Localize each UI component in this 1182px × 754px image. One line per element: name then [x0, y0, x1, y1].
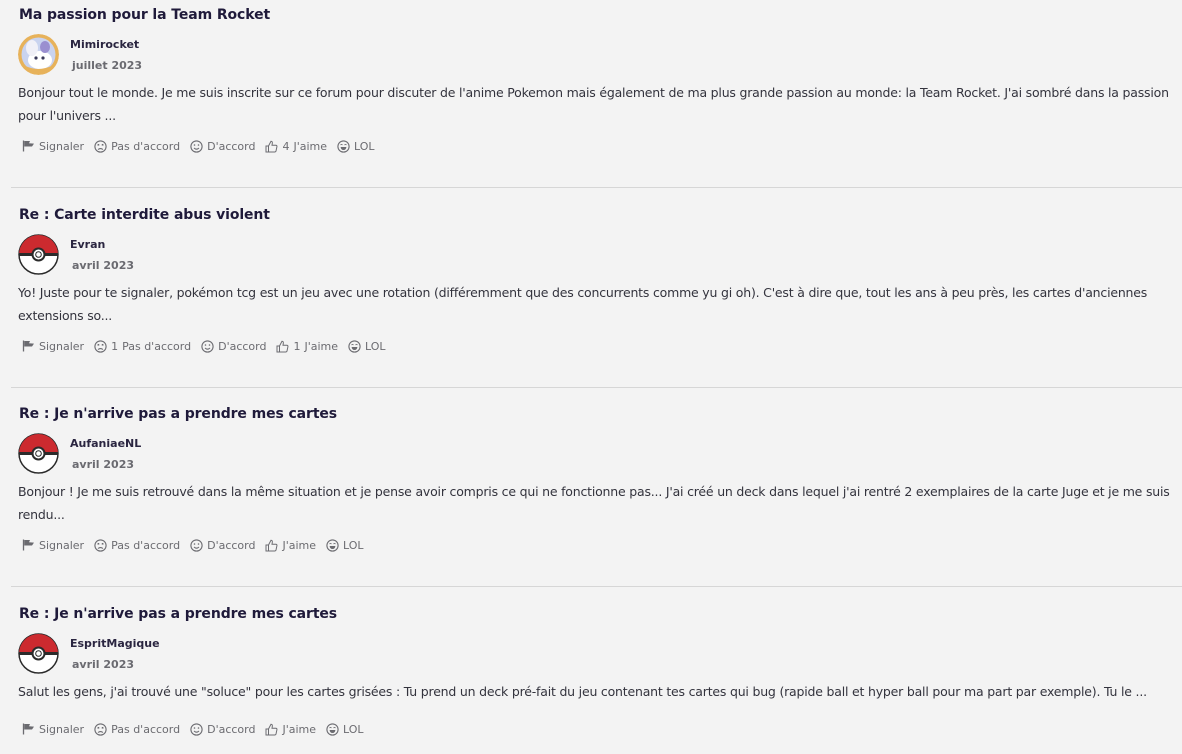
- lol-label: LOL: [354, 139, 375, 153]
- frown-face-icon: [94, 538, 107, 552]
- disagree-label: Pas d'accord: [111, 538, 181, 552]
- agree-button[interactable]: D'accord: [190, 723, 255, 736]
- report-button[interactable]: Signaler: [22, 723, 84, 736]
- post-date: avril 2023: [72, 458, 135, 471]
- author-name[interactable]: AufaniaeNL: [70, 437, 141, 450]
- smile-face-icon: [190, 722, 203, 736]
- forum-post: Re : Je n'arrive pas a prendre mes carte…: [11, 599, 1182, 754]
- post-excerpt: Yo! Juste pour te signaler, pokémon tcg …: [18, 285, 1148, 323]
- like-label: J'aime: [282, 722, 317, 736]
- character-avatar[interactable]: [18, 34, 59, 75]
- post-actions: Signaler Pas d'accord D'accord J'aime LO…: [22, 537, 374, 553]
- like-button[interactable]: J'aime: [265, 723, 316, 736]
- laughing-face-icon: [337, 139, 350, 153]
- post-title[interactable]: Re : Carte interdite abus violent: [19, 207, 270, 223]
- like-button[interactable]: 4 J'aime: [265, 140, 327, 153]
- like-label: J'aime: [282, 538, 317, 552]
- flag-icon: [22, 140, 34, 152]
- thumbs-up-icon: [276, 340, 289, 352]
- post-title[interactable]: Re : Je n'arrive pas a prendre mes carte…: [19, 406, 337, 422]
- disagree-button[interactable]: 1 Pas d'accord: [94, 340, 191, 353]
- like-label: J'aime: [293, 139, 328, 153]
- disagree-label: Pas d'accord: [111, 722, 181, 736]
- frown-face-icon: [94, 339, 107, 353]
- like-button[interactable]: 1 J'aime: [276, 340, 338, 353]
- report-button[interactable]: Signaler: [22, 340, 84, 353]
- post-date: avril 2023: [72, 658, 135, 671]
- frown-face-icon: [94, 722, 107, 736]
- forum-post-list: Ma passion pour la Team Rocket Mimirocke…: [0, 0, 1182, 754]
- like-count: 1: [293, 339, 301, 353]
- report-label: Signaler: [39, 139, 85, 153]
- like-button[interactable]: J'aime: [265, 539, 316, 552]
- pokeball-avatar[interactable]: [18, 633, 59, 674]
- laughing-face-icon: [326, 722, 339, 736]
- like-count: 4: [282, 139, 290, 153]
- lol-button[interactable]: LOL: [326, 723, 364, 736]
- report-label: Signaler: [39, 722, 85, 736]
- disagree-label: Pas d'accord: [122, 339, 192, 353]
- flag-icon: [22, 340, 34, 352]
- agree-label: D'accord: [207, 139, 256, 153]
- thumbs-up-icon: [265, 539, 278, 551]
- agree-button[interactable]: D'accord: [190, 539, 255, 552]
- post-actions: Signaler Pas d'accord D'accord J'aime LO…: [22, 721, 374, 737]
- lol-label: LOL: [365, 339, 386, 353]
- forum-post: Re : Carte interdite abus violent Evran …: [11, 200, 1182, 388]
- agree-button[interactable]: D'accord: [190, 140, 255, 153]
- lol-button[interactable]: LOL: [348, 340, 386, 353]
- disagree-label: Pas d'accord: [111, 139, 181, 153]
- post-actions: Signaler Pas d'accord D'accord 4 J'aime …: [22, 138, 385, 154]
- laughing-face-icon: [348, 339, 361, 353]
- frown-face-icon: [94, 139, 107, 153]
- post-actions: Signaler 1 Pas d'accord D'accord 1 J'aim…: [22, 338, 396, 354]
- forum-post: Re : Je n'arrive pas a prendre mes carte…: [11, 399, 1182, 587]
- flag-icon: [22, 539, 34, 551]
- post-excerpt: Bonjour ! Je me suis retrouvé dans la mê…: [18, 484, 1170, 522]
- like-label: J'aime: [304, 339, 339, 353]
- author-name[interactable]: Evran: [70, 238, 105, 251]
- agree-label: D'accord: [207, 538, 256, 552]
- report-button[interactable]: Signaler: [22, 140, 84, 153]
- agree-label: D'accord: [218, 339, 267, 353]
- report-button[interactable]: Signaler: [22, 539, 84, 552]
- author-name[interactable]: EspritMagique: [70, 637, 160, 650]
- smile-face-icon: [190, 139, 203, 153]
- flag-icon: [22, 723, 34, 735]
- smile-face-icon: [201, 339, 214, 353]
- disagree-button[interactable]: Pas d'accord: [94, 723, 180, 736]
- laughing-face-icon: [326, 538, 339, 552]
- post-date: avril 2023: [72, 259, 135, 272]
- thumbs-up-icon: [265, 723, 278, 735]
- agree-label: D'accord: [207, 722, 256, 736]
- agree-button[interactable]: D'accord: [201, 340, 266, 353]
- post-excerpt: Salut les gens, j'ai trouvé une "soluce"…: [18, 684, 1147, 699]
- pokeball-avatar[interactable]: [18, 433, 59, 474]
- report-label: Signaler: [39, 339, 85, 353]
- lol-button[interactable]: LOL: [326, 539, 364, 552]
- post-title[interactable]: Re : Je n'arrive pas a prendre mes carte…: [19, 606, 337, 622]
- forum-post: Ma passion pour la Team Rocket Mimirocke…: [11, 0, 1182, 188]
- lol-label: LOL: [343, 722, 364, 736]
- disagree-count: 1: [111, 339, 119, 353]
- disagree-button[interactable]: Pas d'accord: [94, 140, 180, 153]
- report-label: Signaler: [39, 538, 85, 552]
- post-date: juillet 2023: [72, 59, 143, 72]
- post-title[interactable]: Ma passion pour la Team Rocket: [19, 7, 270, 23]
- lol-label: LOL: [343, 538, 364, 552]
- thumbs-up-icon: [265, 140, 278, 152]
- post-excerpt: Bonjour tout le monde. Je me suis inscri…: [18, 85, 1169, 123]
- smile-face-icon: [190, 538, 203, 552]
- disagree-button[interactable]: Pas d'accord: [94, 539, 180, 552]
- author-name[interactable]: Mimirocket: [70, 38, 139, 51]
- pokeball-avatar[interactable]: [18, 234, 59, 275]
- lol-button[interactable]: LOL: [337, 140, 375, 153]
